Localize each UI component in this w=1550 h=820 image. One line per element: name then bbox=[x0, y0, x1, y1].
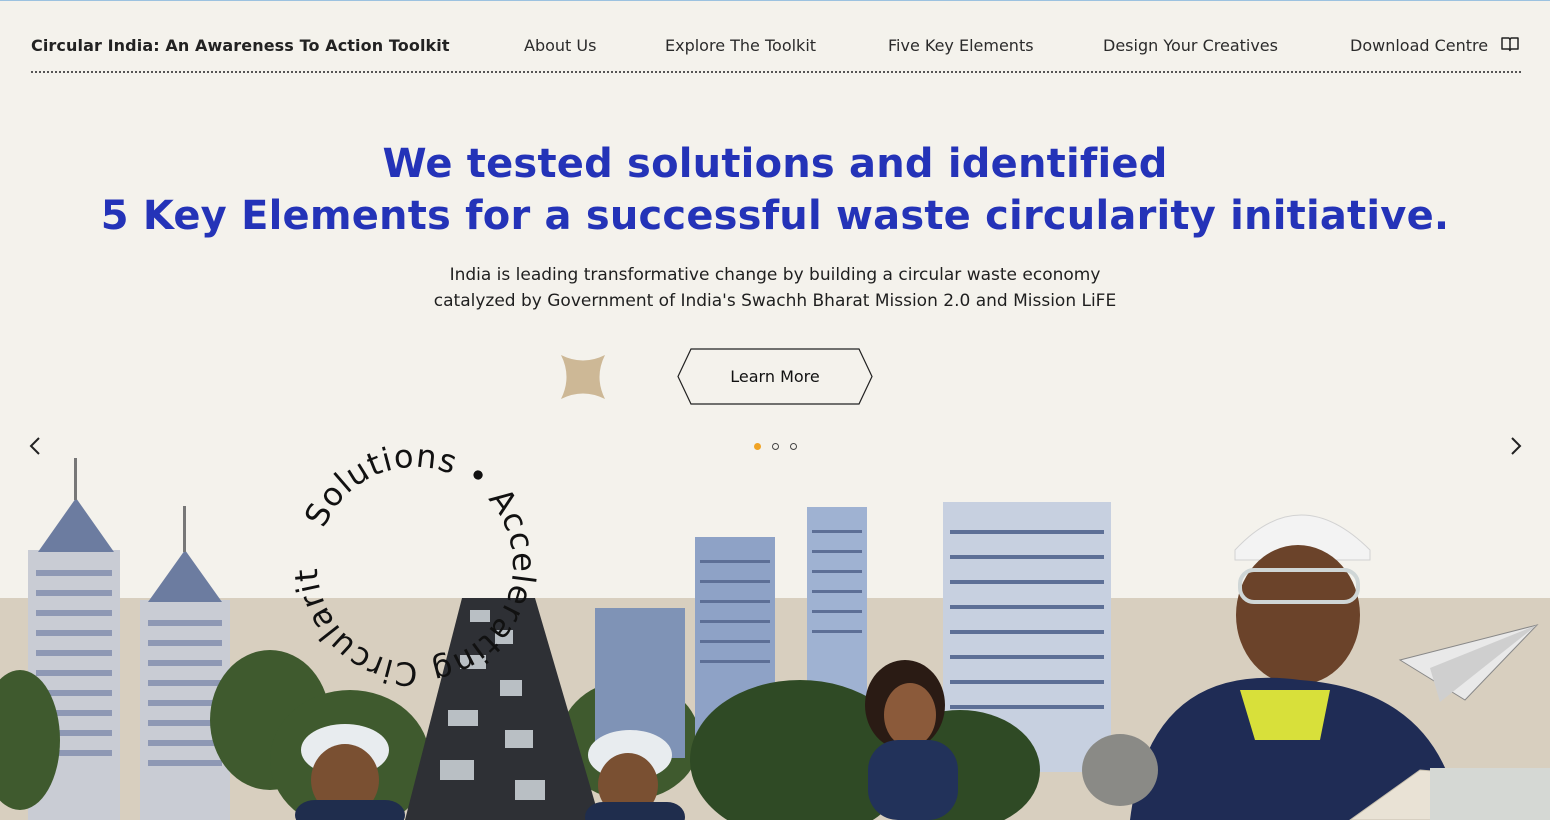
hero-headline: We tested solutions and identified 5 Key… bbox=[0, 138, 1550, 242]
nav-about-us[interactable]: About Us bbox=[524, 36, 596, 55]
collage-illustration bbox=[0, 458, 1550, 820]
main-nav: About Us Explore The Toolkit Five Key El… bbox=[0, 36, 1550, 58]
circular-tagline: Solutions • Accelerating Circularity • bbox=[280, 430, 543, 694]
svg-text:Solutions • Accelerating Circu: Solutions • Accelerating Circularity • bbox=[280, 430, 543, 694]
sparkle-icon bbox=[561, 355, 605, 399]
headline-line-2: 5 Key Elements for a successful waste ci… bbox=[100, 193, 1450, 239]
learn-more-button[interactable]: Learn More bbox=[677, 348, 873, 405]
nav-explore-toolkit[interactable]: Explore The Toolkit bbox=[665, 36, 816, 55]
nav-five-key-elements[interactable]: Five Key Elements bbox=[888, 36, 1034, 55]
hero-subtext: India is leading transformative change b… bbox=[0, 262, 1550, 314]
nav-download-centre[interactable]: Download Centre bbox=[1350, 36, 1488, 55]
learn-more-label: Learn More bbox=[730, 367, 820, 386]
header-divider bbox=[31, 71, 1521, 73]
book-icon[interactable] bbox=[1501, 36, 1519, 52]
subtext-line-1: India is leading transformative change b… bbox=[449, 265, 1101, 285]
circular-tagline-text: Solutions • Accelerating Circularity • bbox=[280, 430, 542, 694]
twin-towers-image bbox=[28, 458, 230, 820]
worker-helmet-image bbox=[1082, 514, 1460, 820]
headline-line-1: We tested solutions and identified bbox=[382, 141, 1168, 187]
paper-plane-image bbox=[1398, 624, 1539, 702]
hero-collage bbox=[0, 440, 1550, 820]
subtext-line-2: catalyzed by Government of India's Swach… bbox=[433, 291, 1117, 311]
nav-design-creatives[interactable]: Design Your Creatives bbox=[1103, 36, 1278, 55]
top-border bbox=[0, 0, 1550, 1]
